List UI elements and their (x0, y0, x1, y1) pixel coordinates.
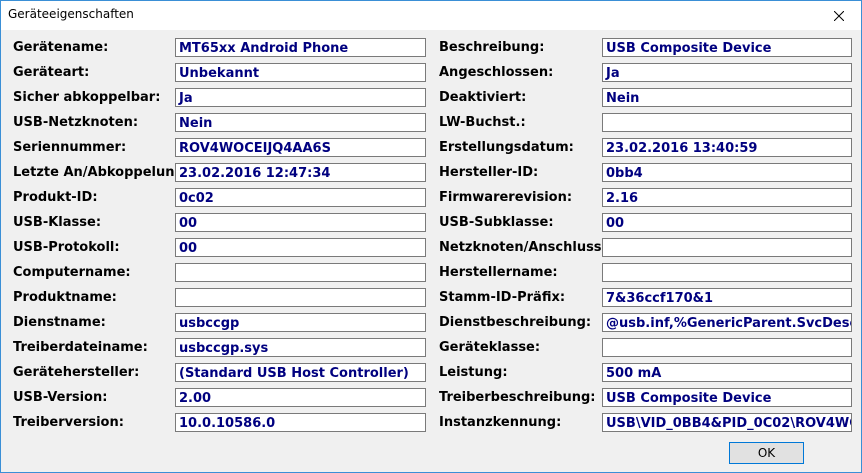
property-row-leistung: Leistung: 500 mA (1, 363, 862, 384)
property-row-stamm-id-präfix: Stamm-ID-Präfix: 7&36ccf170&1 (1, 288, 862, 309)
property-row-usb-subklasse: USB-Subklasse: 00 (1, 213, 862, 234)
property-value-field[interactable]: 500 mA (602, 363, 852, 382)
property-value-field[interactable]: 7&36ccf170&1 (602, 288, 852, 307)
property-row-geräteklasse: Geräteklasse: (1, 338, 862, 359)
property-label: Deaktiviert: (439, 90, 527, 105)
property-row-hersteller-id: Hersteller-ID: 0bb4 (1, 163, 862, 184)
property-label: Herstellername: (439, 265, 558, 280)
property-value-field[interactable]: USB Composite Device (602, 38, 852, 57)
property-row-firmwarerevision: Firmwarerevision: 2.16 (1, 188, 862, 209)
property-row-erstellungsdatum: Erstellungsdatum: 23.02.2016 13:40:59 (1, 138, 862, 159)
property-label: Leistung: (439, 365, 508, 380)
property-label: Netzknoten/Anschluss: (439, 240, 607, 255)
property-label: USB-Subklasse: (439, 215, 554, 230)
property-row-instanzkennung: Instanzkennung: USB\VID_0BB4&PID_0C02\ROV… (1, 413, 862, 434)
property-label: Treiberbeschreibung: (439, 390, 596, 405)
property-value-field[interactable]: Ja (602, 63, 852, 82)
ok-button[interactable]: OK (729, 442, 804, 464)
property-value-field[interactable]: Nein (602, 88, 852, 107)
property-label: Hersteller-ID: (439, 165, 539, 180)
property-row-herstellername: Herstellername: (1, 263, 862, 284)
property-label: Erstellungsdatum: (439, 140, 574, 155)
property-label: Beschreibung: (439, 40, 545, 55)
property-label: Dienstbeschreibung: (439, 315, 592, 330)
property-row-angeschlossen: Angeschlossen: Ja (1, 63, 862, 84)
property-label: LW-Buchst.: (439, 115, 526, 130)
close-icon (834, 10, 844, 21)
property-value-field[interactable]: 23.02.2016 13:40:59 (602, 138, 852, 157)
property-row-lw-buchst: LW-Buchst.: (1, 113, 862, 134)
property-value-field[interactable]: 0bb4 (602, 163, 852, 182)
property-value-field[interactable]: USB\VID_0BB4&PID_0C02\ROV4WOCEIJQ4AA6S (602, 413, 852, 432)
property-value-field[interactable]: @usb.inf,%GenericParent.SvcDesc%;USB Com… (602, 313, 852, 332)
title-bar: Geräteeigenschaften (1, 1, 861, 30)
property-label: Stamm-ID-Präfix: (439, 290, 566, 305)
property-value-field[interactable]: 2.16 (602, 188, 852, 207)
close-button[interactable] (817, 1, 861, 30)
property-value-field[interactable]: USB Composite Device (602, 388, 852, 407)
property-value-field[interactable]: 00 (602, 213, 852, 232)
property-label: Firmwarerevision: (439, 190, 573, 205)
property-value-field[interactable] (602, 238, 852, 257)
property-label: Angeschlossen: (439, 65, 554, 80)
properties-panel: Gerätename: MT65xx Android Phone Geräteart… (1, 31, 861, 472)
properties-dialog: Geräteeigenschaften Gerätename: MT65xx An… (0, 0, 862, 473)
property-label: Geräteklasse: (439, 340, 541, 355)
property-row-deaktiviert: Deaktiviert: Nein (1, 88, 862, 109)
property-value-field[interactable] (602, 338, 852, 357)
property-label: Instanzkennung: (439, 415, 562, 430)
property-row-beschreibung: Beschreibung: USB Composite Device (1, 38, 862, 59)
property-row-dienstbeschreibung: Dienstbeschreibung: @usb.inf,%GenericPare… (1, 313, 862, 334)
property-row-netzknoten-anschluss: Netzknoten/Anschluss: (1, 238, 862, 259)
window-title: Geräteeigenschaften (8, 7, 134, 21)
property-row-treiberbeschreibung: Treiberbeschreibung: USB Composite Device (1, 388, 862, 409)
property-value-field[interactable] (602, 263, 852, 282)
property-value-field[interactable] (602, 113, 852, 132)
